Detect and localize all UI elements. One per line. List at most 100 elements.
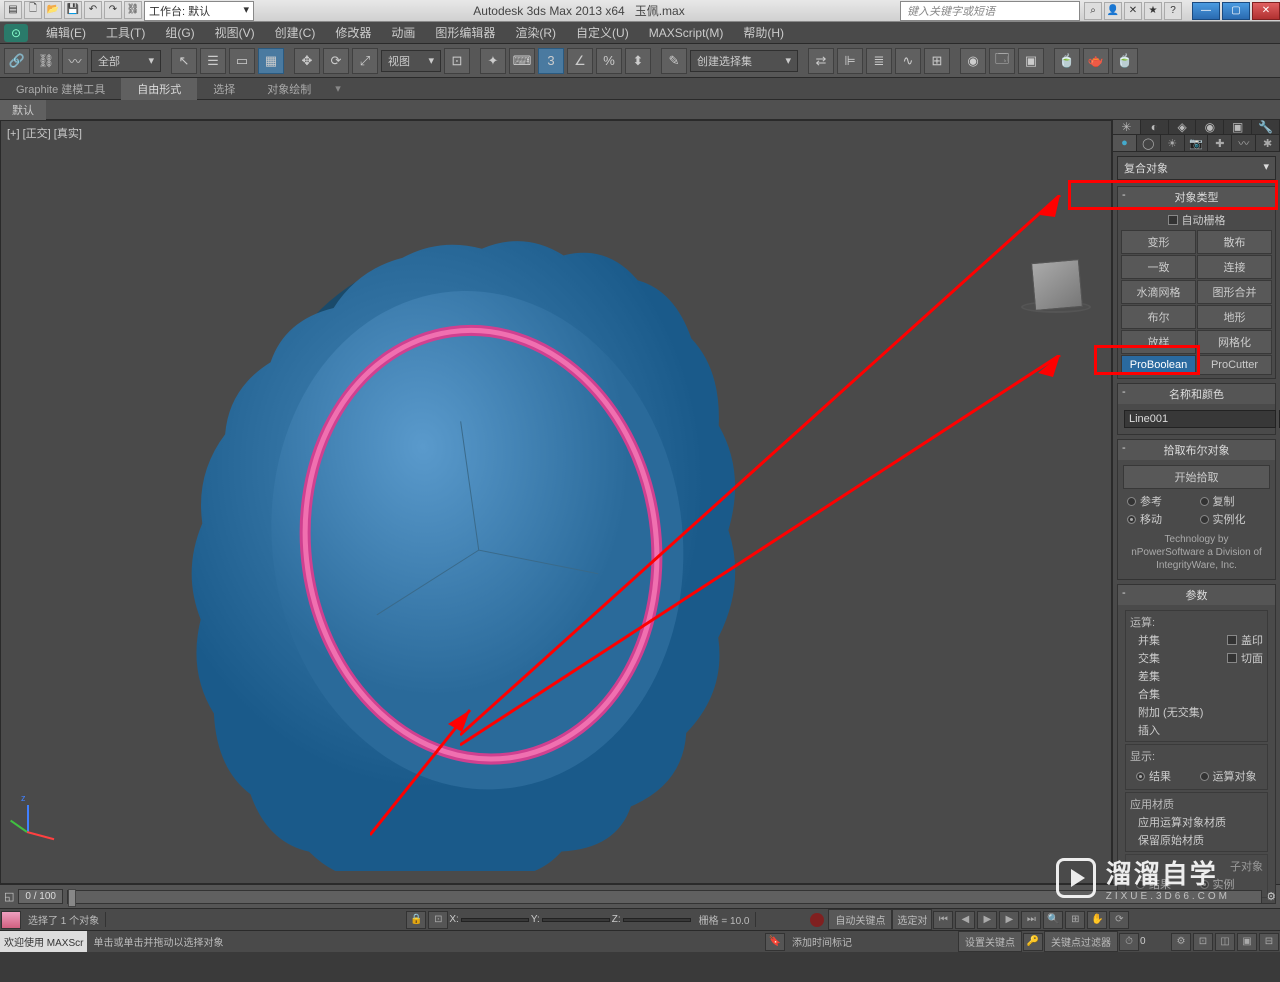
radio-move[interactable]: 移动 xyxy=(1127,511,1194,527)
play-prev-icon[interactable]: ◀ xyxy=(955,911,975,929)
obj-shapemerge-button[interactable]: 图形合并 xyxy=(1197,280,1272,304)
radio-instance[interactable]: 实例化 xyxy=(1200,511,1267,527)
play-next-icon[interactable]: ▶ xyxy=(999,911,1019,929)
spinner-snap-icon[interactable]: ⬍ xyxy=(625,48,651,74)
tab-motion-icon[interactable]: ◉ xyxy=(1196,120,1224,134)
app-logo-icon[interactable]: ⊙ xyxy=(4,24,28,42)
op-intersect[interactable]: 交集 xyxy=(1134,650,1217,666)
workspace-dropdown[interactable]: 工作台: 默认▾ xyxy=(144,1,254,21)
time-config-icon[interactable]: ⚙ xyxy=(1171,933,1191,951)
maxscript-mini[interactable]: 欢迎使用 MAXScr xyxy=(0,931,87,952)
viewport-label[interactable]: [+] [正交] [真实] xyxy=(7,125,82,141)
layers-icon[interactable]: ≣ xyxy=(866,48,892,74)
frame-input[interactable]: 0 xyxy=(1140,936,1170,947)
scale-icon[interactable]: ⤢ xyxy=(352,48,378,74)
select-object-icon[interactable]: ↖ xyxy=(171,48,197,74)
maximize-button[interactable]: ▢ xyxy=(1222,2,1250,20)
apply-operand-mat[interactable]: 应用运算对象材质 xyxy=(1134,814,1259,830)
named-selset-dropdown[interactable]: 创建选择集▾ xyxy=(690,50,798,72)
timeline-mini-icon[interactable]: ◱ xyxy=(4,890,14,903)
viewcube[interactable] xyxy=(1031,259,1083,311)
signin-icon[interactable]: 👤 xyxy=(1104,2,1122,20)
op-insert[interactable]: 插入 xyxy=(1134,722,1217,738)
nav-zoom-icon[interactable]: 🔍 xyxy=(1043,911,1063,929)
add-time-tag[interactable]: 添加时间标记 xyxy=(786,934,858,949)
viewport[interactable]: [+] [正交] [真实] z xyxy=(0,120,1112,884)
obj-conform-button[interactable]: 一致 xyxy=(1121,255,1196,279)
chk-imprint[interactable]: 盖印 xyxy=(1227,632,1263,648)
obj-loft-button[interactable]: 放样 xyxy=(1121,330,1196,354)
menu-edit[interactable]: 编辑(E) xyxy=(36,24,96,41)
nav-pan-icon[interactable]: ✋ xyxy=(1087,911,1107,929)
close-button[interactable]: ✕ xyxy=(1252,2,1280,20)
obj-mesher-button[interactable]: 网格化 xyxy=(1197,330,1272,354)
play-icon[interactable]: ▶ xyxy=(977,911,997,929)
nav-zoomall-icon[interactable]: ⊞ xyxy=(1065,911,1085,929)
subtab-cameras-icon[interactable]: 📷 xyxy=(1185,135,1209,151)
minimize-button[interactable]: — xyxy=(1192,2,1220,20)
keyfilter-button[interactable]: 关键点过滤器 xyxy=(1044,931,1118,952)
app-menu-icon[interactable]: ▤ xyxy=(4,1,22,19)
goto-frame-icon[interactable]: ⏱ xyxy=(1119,933,1139,951)
new-icon[interactable]: 🗋 xyxy=(24,1,42,19)
infocenter-icon[interactable]: ⌕ xyxy=(1084,2,1102,20)
move-icon[interactable]: ✥ xyxy=(294,48,320,74)
status-color-icon[interactable] xyxy=(1,911,21,929)
op-attach[interactable]: 附加 (无交集) xyxy=(1134,704,1217,720)
ribbon-tab-freeform[interactable]: 自由形式 xyxy=(121,78,197,100)
obj-terrain-button[interactable]: 地形 xyxy=(1197,305,1272,329)
subtab-spacewarp-icon[interactable]: 〰 xyxy=(1232,135,1256,151)
menu-views[interactable]: 视图(V) xyxy=(205,24,265,41)
redo-icon[interactable]: ↷ xyxy=(104,1,122,19)
menu-grapheditors[interactable]: 图形编辑器 xyxy=(425,24,505,41)
subtab-lights-icon[interactable]: ☀ xyxy=(1161,135,1185,151)
play-start-icon[interactable]: ⏮ xyxy=(933,911,953,929)
window-crossing-icon[interactable]: ▦ xyxy=(258,48,284,74)
favorite-icon[interactable]: ★ xyxy=(1144,2,1162,20)
obj-morph-button[interactable]: 变形 xyxy=(1121,230,1196,254)
lock-icon[interactable]: 🔒 xyxy=(406,911,426,929)
subtab-geometry-icon[interactable]: ● xyxy=(1113,135,1137,151)
selkey-button[interactable]: 选定对 xyxy=(892,909,932,930)
rollout-header[interactable]: -名称和颜色 xyxy=(1118,384,1275,404)
select-name-icon[interactable]: ☰ xyxy=(200,48,226,74)
render-as-icon[interactable]: 🍵 xyxy=(1112,48,1138,74)
subtab-shapes-icon[interactable]: ◯ xyxy=(1137,135,1161,151)
menu-tools[interactable]: 工具(T) xyxy=(96,24,155,41)
nav-min-icon[interactable]: ⊟ xyxy=(1259,933,1279,951)
exchange-icon[interactable]: ✕ xyxy=(1124,2,1142,20)
named-sel-icon[interactable]: ✎ xyxy=(661,48,687,74)
render-iter-icon[interactable]: 🫖 xyxy=(1083,48,1109,74)
obj-procutter-button[interactable]: ProCutter xyxy=(1197,355,1272,375)
ribbon-tab-objectpaint[interactable]: 对象绘制 xyxy=(251,78,327,100)
radio-copy[interactable]: 复制 xyxy=(1200,493,1267,509)
key-icon[interactable]: 🔑 xyxy=(1023,933,1043,951)
frame-indicator[interactable]: 0 / 100 xyxy=(18,889,63,904)
select-region-icon[interactable]: ▭ xyxy=(229,48,255,74)
material-editor-icon[interactable]: ◉ xyxy=(960,48,986,74)
nav-max-icon[interactable]: ▣ xyxy=(1237,933,1257,951)
keymode-icon[interactable]: ⌨ xyxy=(509,48,535,74)
render-prod-icon[interactable]: 🍵 xyxy=(1054,48,1080,74)
ribbon-tab-selection[interactable]: 选择 xyxy=(197,78,251,100)
ribbon-tab-modeling[interactable]: Graphite 建模工具 xyxy=(0,78,121,100)
obj-scatter-button[interactable]: 散布 xyxy=(1197,230,1272,254)
align-icon[interactable]: ⊫ xyxy=(837,48,863,74)
selection-filter-dropdown[interactable]: 全部▾ xyxy=(91,50,161,72)
help-icon[interactable]: ? xyxy=(1164,2,1182,20)
start-pick-button[interactable]: 开始拾取 xyxy=(1123,465,1270,489)
obj-blobmesh-button[interactable]: 水滴网格 xyxy=(1121,280,1196,304)
search-box[interactable]: 键入关键字或短语 xyxy=(900,1,1080,21)
autokey-button[interactable]: 自动关键点 xyxy=(828,909,892,930)
play-end-icon[interactable]: ⏭ xyxy=(1021,911,1041,929)
subtab-helpers-icon[interactable]: ✚ xyxy=(1208,135,1232,151)
obj-connect-button[interactable]: 连接 xyxy=(1197,255,1272,279)
link-icon[interactable]: ⛓ xyxy=(124,1,142,19)
coord-y[interactable] xyxy=(542,918,610,922)
rotate-icon[interactable]: ⟳ xyxy=(323,48,349,74)
tab-hierarchy-icon[interactable]: ◈ xyxy=(1169,120,1197,134)
angle-snap-icon[interactable]: ∠ xyxy=(567,48,593,74)
bind-space-icon[interactable]: 〰 xyxy=(62,48,88,74)
category-dropdown[interactable]: 复合对象▾ xyxy=(1117,156,1276,180)
tab-display-icon[interactable]: ▣ xyxy=(1224,120,1252,134)
